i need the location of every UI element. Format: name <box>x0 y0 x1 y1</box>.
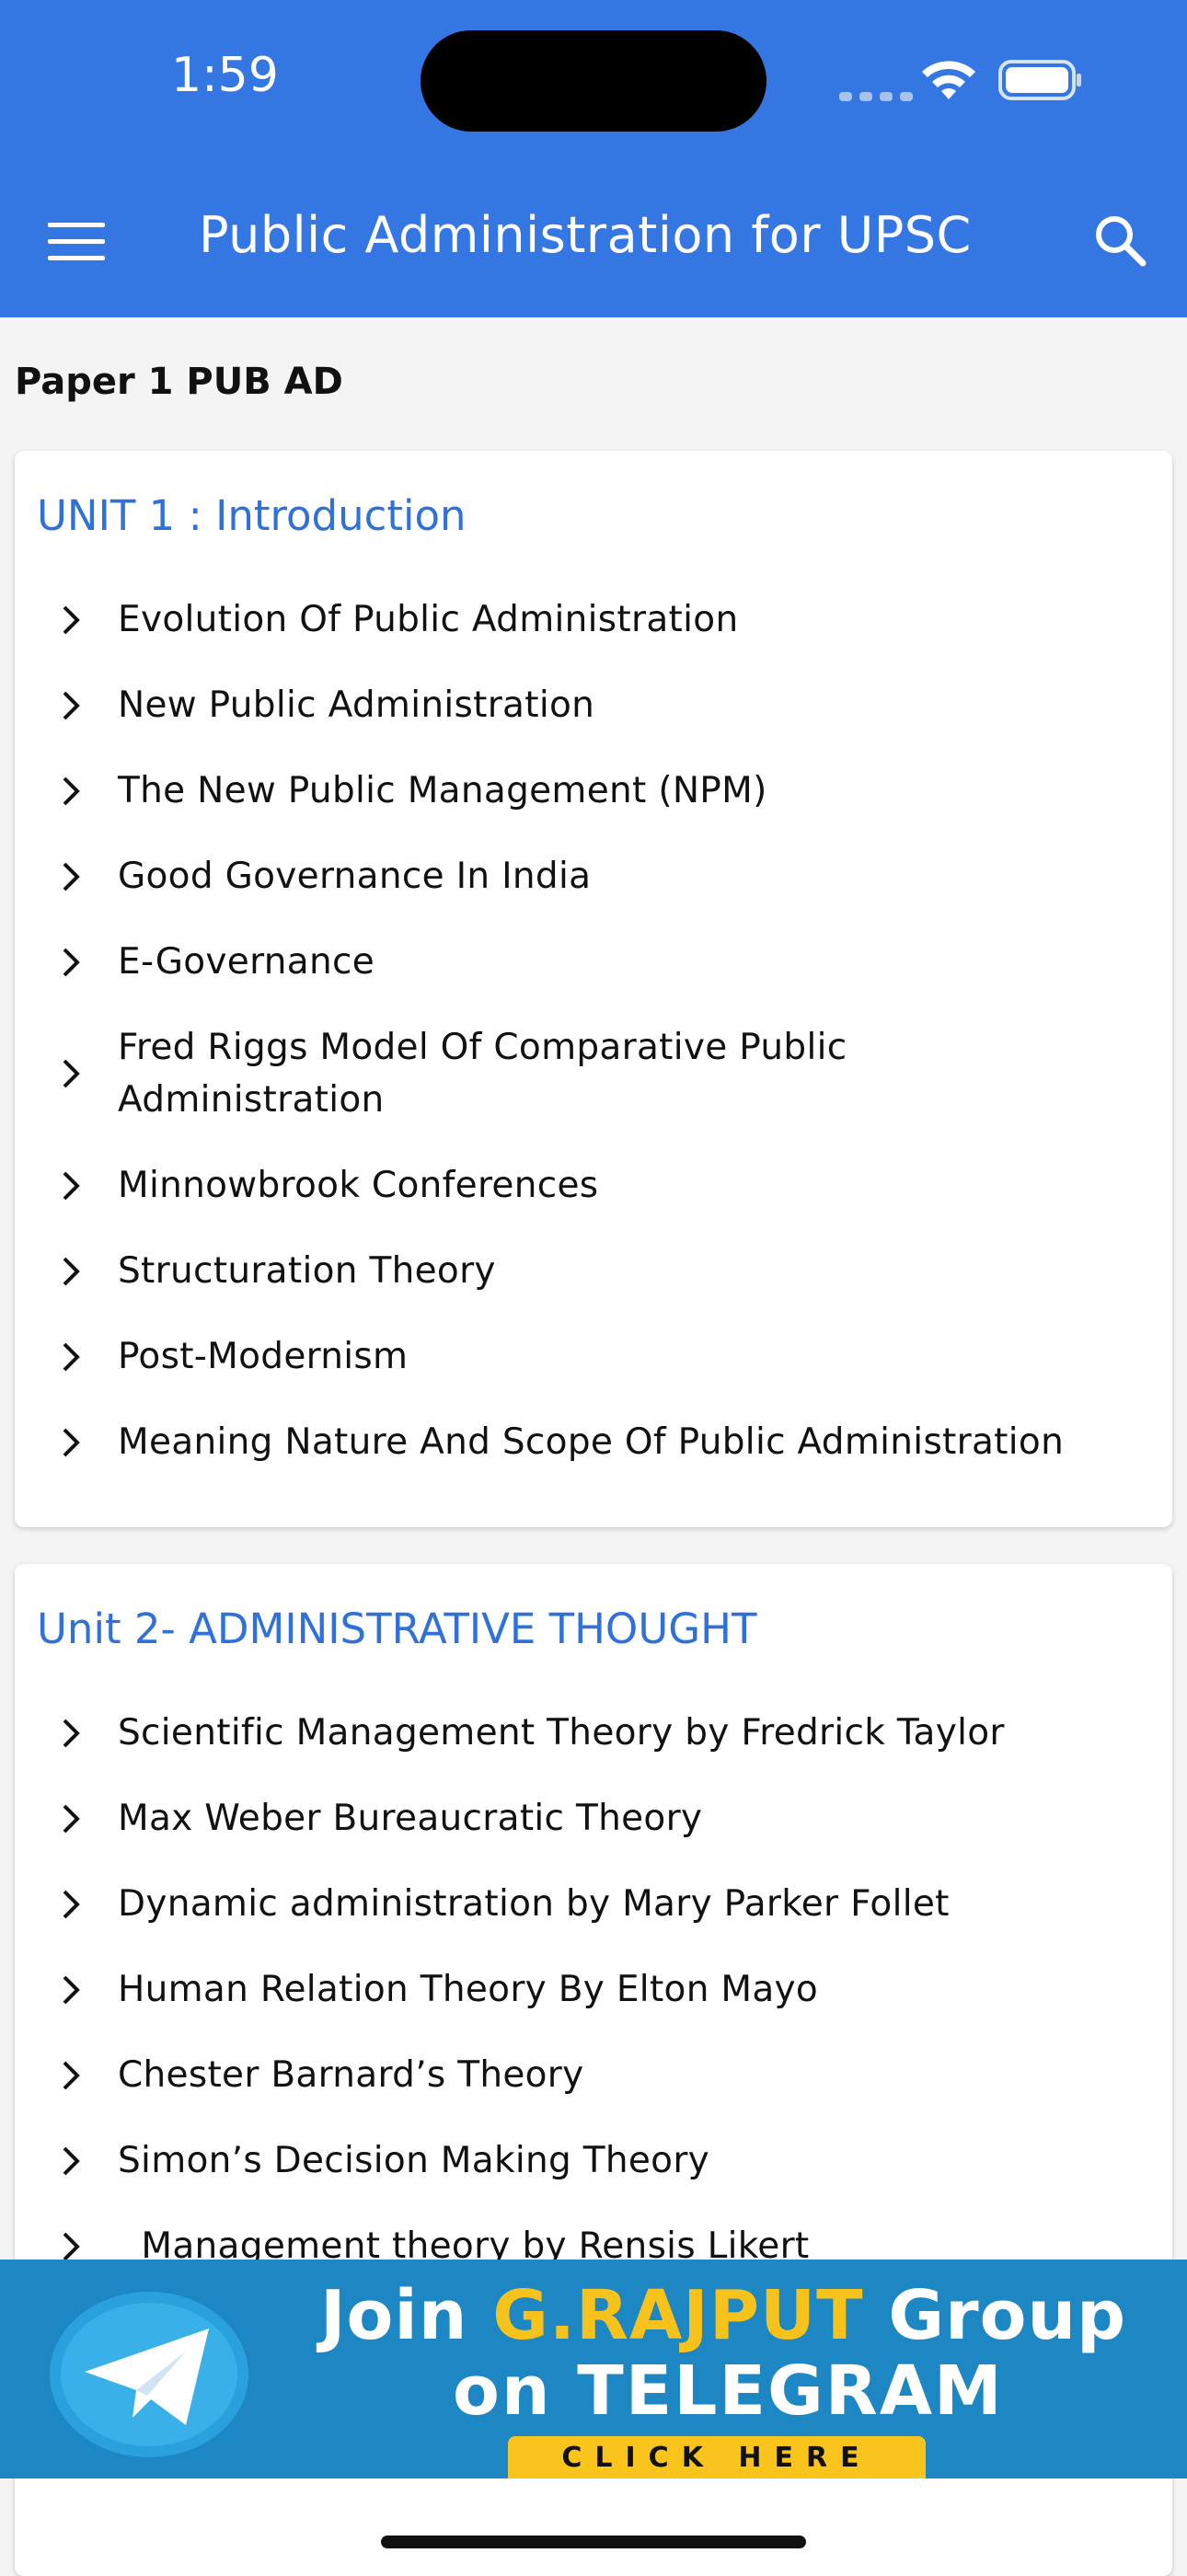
chevron-right-icon <box>63 1975 80 2004</box>
topic-label: Dynamic administration by Mary Parker Fo… <box>118 1883 950 1925</box>
search-icon[interactable] <box>1093 213 1147 267</box>
chevron-right-icon <box>63 1804 80 1833</box>
chevron-right-icon <box>63 691 80 719</box>
topic-item[interactable]: Meaning Nature And Scope Of Public Admin… <box>52 1416 1156 1468</box>
topic-item[interactable]: Post-Modernism <box>52 1330 1156 1383</box>
topic-label: Chester Barnard’s Theory <box>118 2054 584 2096</box>
topic-item[interactable]: Scientific Management Theory by Fredrick… <box>52 1707 1156 1759</box>
chevron-right-icon <box>63 776 80 805</box>
unit-title: UNIT 1 : Introduction <box>37 491 467 540</box>
chevron-right-icon <box>63 1059 80 1088</box>
telegram-icon <box>50 2292 248 2457</box>
topic-label: Human Relation Theory By Elton Mayo <box>118 1969 819 2010</box>
topic-item[interactable]: Good Governance In India <box>52 850 1156 903</box>
chevron-right-icon <box>63 1428 80 1456</box>
topic-item[interactable]: Structuration Theory <box>52 1245 1156 1297</box>
wifi-icon <box>922 61 975 99</box>
cellular-signal-icon <box>839 87 920 105</box>
dynamic-island <box>421 30 766 132</box>
topic-label: Minnowbrook Conferences <box>118 1165 599 1206</box>
topic-label: The New Public Management (NPM) <box>118 770 767 811</box>
topic-label: Post-Modernism <box>118 1336 409 1377</box>
topic-label: E-Governance <box>118 941 375 983</box>
chevron-right-icon <box>63 605 80 634</box>
app-title: Public Administration for UPSC <box>199 206 972 264</box>
topic-item[interactable]: Simon’s Decision Making Theory <box>52 2134 1156 2187</box>
home-indicator[interactable] <box>381 2536 806 2548</box>
section-heading: Paper 1 PUB AD <box>15 361 343 403</box>
banner-headline: Join G.RAJPUT Group <box>320 2276 1127 2355</box>
topic-item[interactable]: The New Public Management (NPM) <box>52 765 1156 817</box>
unit-title: Unit 2- ADMINISTRATIVE THOUGHT <box>37 1604 757 1653</box>
telegram-banner-ad[interactable]: Join G.RAJPUT Group on TELEGRAM CLICK HE… <box>0 2260 1187 2478</box>
banner-subheadline: on TELEGRAM <box>453 2352 1004 2431</box>
topic-item[interactable]: New Public Administration <box>52 679 1156 731</box>
chevron-right-icon <box>63 1342 80 1371</box>
battery-icon <box>998 60 1081 100</box>
topic-label: Structuration Theory <box>118 1250 496 1292</box>
topic-label: Good Governance In India <box>118 856 592 897</box>
status-time: 1:59 <box>171 48 279 103</box>
chevron-right-icon <box>63 1890 80 1918</box>
topic-label: Simon’s Decision Making Theory <box>118 2140 710 2181</box>
top-app-bar: 1:59 Public Administration for UPSC <box>0 0 1187 317</box>
topic-item[interactable]: Fred Riggs Model Of Comparative Public Ad… <box>52 1021 1156 1126</box>
topic-item[interactable]: E-Governance <box>52 936 1156 988</box>
click-here-button[interactable]: CLICK HERE <box>508 2436 926 2478</box>
topic-label: Max Weber Bureaucratic Theory <box>118 1798 703 1839</box>
unit-card-1: UNIT 1 : Introduction Evolution Of Publi… <box>15 451 1172 1527</box>
chevron-right-icon <box>63 2061 80 2089</box>
topic-item[interactable]: Max Weber Bureaucratic Theory <box>52 1792 1156 1845</box>
menu-icon[interactable] <box>46 221 107 263</box>
chevron-right-icon <box>63 1171 80 1200</box>
topic-label: New Public Administration <box>118 684 595 726</box>
chevron-right-icon <box>63 948 80 976</box>
topic-item[interactable]: Chester Barnard’s Theory <box>52 2049 1156 2101</box>
topic-item[interactable]: Dynamic administration by Mary Parker Fo… <box>52 1878 1156 1930</box>
topic-label: Fred Riggs Model Of Comparative Public Ad… <box>118 1027 847 1121</box>
chevron-right-icon <box>63 862 80 891</box>
topic-label: Scientific Management Theory by Fredrick… <box>118 1712 1005 1754</box>
chevron-right-icon <box>63 1719 80 1747</box>
topic-item[interactable]: Evolution Of Public Administration <box>52 593 1156 646</box>
topic-item[interactable]: Human Relation Theory By Elton Mayo <box>52 1963 1156 2016</box>
topic-label: Evolution Of Public Administration <box>118 599 739 640</box>
chevron-right-icon <box>63 1257 80 1285</box>
topic-label: Meaning Nature And Scope Of Public Admin… <box>118 1421 1065 1463</box>
chevron-right-icon <box>63 2146 80 2175</box>
topic-item[interactable]: Minnowbrook Conferences <box>52 1159 1156 1212</box>
